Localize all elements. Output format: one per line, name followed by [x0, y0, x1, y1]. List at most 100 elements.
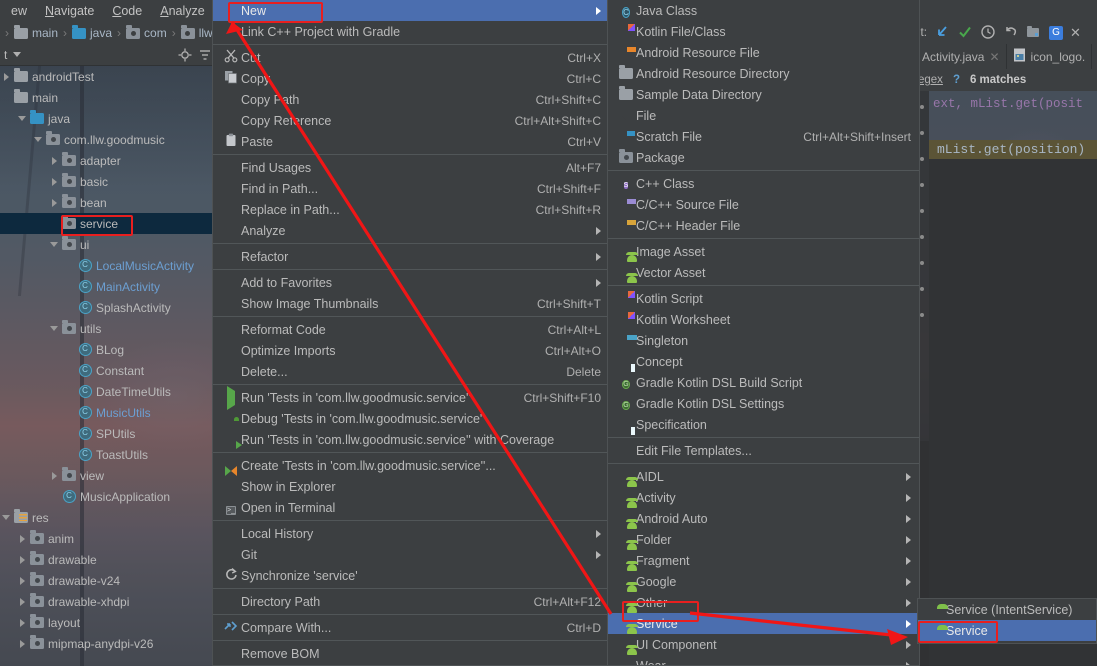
tree-node[interactable]: res [0, 507, 215, 528]
tree-node[interactable]: C MusicApplication [0, 486, 215, 507]
context-menu[interactable]: New Link C++ Project with Gradle Cut Ctrl+X… [212, 0, 610, 666]
tree-node[interactable]: C LocalMusicActivity [0, 255, 215, 276]
tree-node[interactable]: drawable-xhdpi [0, 591, 215, 612]
menu-item-git[interactable]: Git [213, 544, 609, 565]
menu-item-android-resource-file[interactable]: Android Resource File [608, 42, 919, 63]
editor-tab[interactable]: icon_logo. [1007, 44, 1093, 69]
service-submenu[interactable]: Service (IntentService) Service [917, 598, 1097, 644]
menu-item-gradle-kotlin-dsl-settings[interactable]: G Gradle Kotlin DSL Settings [608, 393, 919, 414]
menu-item-open-in-terminal[interactable]: >_ Open in Terminal [213, 497, 609, 518]
menu-item-kotlin-script[interactable]: Kotlin Script [608, 288, 919, 309]
menubar-item-navigate[interactable]: Navigate [36, 2, 103, 21]
menu-item-copy-path[interactable]: Copy Path Ctrl+Shift+C [213, 89, 609, 110]
tree-node[interactable]: C SplashActivity [0, 297, 215, 318]
tree-node[interactable]: androidTest [0, 66, 215, 87]
editor-tabs[interactable]: Activity.java ✕ icon_logo. [916, 44, 1097, 69]
tree-node[interactable]: ui [0, 234, 215, 255]
menu-item-copy[interactable]: Copy Ctrl+C [213, 68, 609, 89]
menu-item-paste[interactable]: Paste Ctrl+V [213, 131, 609, 152]
menu-item-java-class[interactable]: C Java Class [608, 0, 919, 21]
menu-item-google[interactable]: Google [608, 571, 919, 592]
tree-node[interactable]: com.llw.goodmusic [0, 129, 215, 150]
menu-item-kotlin-worksheet[interactable]: Kotlin Worksheet [608, 309, 919, 330]
menu-item-ui-component[interactable]: UI Component [608, 634, 919, 655]
chevron-right-icon[interactable] [16, 633, 28, 654]
tree-node-selected[interactable]: service [0, 213, 215, 234]
menu-item-android-resource-directory[interactable]: Android Resource Directory [608, 63, 919, 84]
chevron-right-icon[interactable] [48, 465, 60, 486]
check-icon[interactable] [957, 24, 973, 43]
menu-item-concept[interactable]: Concept [608, 351, 919, 372]
menu-item-gradle-kotlin-dsl-build-script[interactable]: G Gradle Kotlin DSL Build Script [608, 372, 919, 393]
menubar-item-code[interactable]: Code [103, 2, 151, 21]
tree-node[interactable]: C BLog [0, 339, 215, 360]
tree-node[interactable]: C Constant [0, 360, 215, 381]
menu-item-folder[interactable]: Folder [608, 529, 919, 550]
chevron-down-icon[interactable] [7, 46, 27, 64]
undo-icon[interactable] [1003, 24, 1019, 43]
menu-item-delete[interactable]: Delete... Delete [213, 361, 609, 382]
menu-item-c-c-source-file[interactable]: C/C++ Source File [608, 194, 919, 215]
menu-item-show-image-thumbnails[interactable]: Show Image Thumbnails Ctrl+Shift+T [213, 293, 609, 314]
tree-node[interactable]: C DateTimeUtils [0, 381, 215, 402]
menu-item-refactor[interactable]: Refactor [213, 246, 609, 267]
chevron-right-icon[interactable] [0, 66, 12, 87]
menu-item-show-in-explorer[interactable]: Show in Explorer [213, 476, 609, 497]
close-icon[interactable]: ✕ [989, 50, 999, 64]
menu-item-kotlin-file-class[interactable]: Kotlin File/Class [608, 21, 919, 42]
tree-node[interactable]: C MainActivity [0, 276, 215, 297]
chevron-right-icon[interactable] [48, 150, 60, 171]
project-tree[interactable]: androidTest main java com.llw.goodmusic adap… [0, 66, 215, 666]
menubar-item-analyze[interactable]: Analyze [151, 2, 213, 21]
menu-item-package[interactable]: Package [608, 147, 919, 168]
tree-node[interactable]: bean [0, 192, 215, 213]
menu-item-fragment[interactable]: Fragment [608, 550, 919, 571]
chevron-right-icon[interactable] [48, 171, 60, 192]
folder-multi-icon[interactable] [1026, 25, 1042, 42]
chevron-right-icon[interactable] [16, 591, 28, 612]
menu-item-image-asset[interactable]: Image Asset [608, 241, 919, 262]
breadcrumb-item-main[interactable]: main [12, 24, 60, 40]
new-submenu[interactable]: C Java Class Kotlin File/Class Android Reso… [607, 0, 920, 666]
tree-node[interactable]: anim [0, 528, 215, 549]
clock-icon[interactable] [980, 24, 996, 43]
help-icon[interactable]: ? [953, 74, 960, 86]
tree-node[interactable]: view [0, 465, 215, 486]
tree-node[interactable]: drawable-v24 [0, 570, 215, 591]
chevron-down-icon[interactable] [48, 234, 60, 255]
service-menu-item-service[interactable]: Service [918, 620, 1096, 641]
menu-item-replace-in-path[interactable]: Replace in Path... Ctrl+Shift+R [213, 199, 609, 220]
menu-item-c-class[interactable]: S C++ Class [608, 173, 919, 194]
menu-item-local-history[interactable]: Local History [213, 523, 609, 544]
locate-icon[interactable] [175, 46, 195, 64]
tree-node[interactable]: main [0, 87, 215, 108]
tree-node[interactable]: C MusicUtils [0, 402, 215, 423]
menu-item-activity[interactable]: Activity [608, 487, 919, 508]
menu-item-run-tests-in-com-llw-goodmusic-service-w[interactable]: Run 'Tests in 'com.llw.goodmusic.service… [213, 429, 609, 450]
menu-item-copy-reference[interactable]: Copy Reference Ctrl+Alt+Shift+C [213, 110, 609, 131]
tree-node[interactable]: mipmap-anydpi-v26 [0, 633, 215, 654]
menu-item-scratch-file[interactable]: Scratch File Ctrl+Alt+Shift+Insert [608, 126, 919, 147]
close-icon[interactable]: ✕ [1070, 25, 1081, 41]
menu-item-vector-asset[interactable]: Vector Asset [608, 262, 919, 283]
menu-item-file[interactable]: File [608, 105, 919, 126]
tree-node[interactable]: layout [0, 612, 215, 633]
menu-item-directory-path[interactable]: Directory Path Ctrl+Alt+F12 [213, 591, 609, 612]
menu-item-c-c-header-file[interactable]: C/C++ Header File [608, 215, 919, 236]
chevron-right-icon[interactable] [16, 549, 28, 570]
breadcrumb-item-llw[interactable]: llw [179, 24, 215, 40]
menu-item-reformat-code[interactable]: Reformat Code Ctrl+Alt+L [213, 319, 609, 340]
menu-item-new[interactable]: New [213, 0, 609, 21]
menu-item-create-tests-in-com-llw-goodmusic-servic[interactable]: Create 'Tests in 'com.llw.goodmusic.serv… [213, 455, 609, 476]
menu-item-link-c-project-with-gradle[interactable]: Link C++ Project with Gradle [213, 21, 609, 42]
menu-item-sample-data-directory[interactable]: Sample Data Directory [608, 84, 919, 105]
menu-item-aidl[interactable]: AIDL [608, 466, 919, 487]
menu-item-specification[interactable]: Specification [608, 414, 919, 435]
menu-item-compare-with[interactable]: Compare With... Ctrl+D [213, 617, 609, 638]
menu-item-singleton[interactable]: Singleton [608, 330, 919, 351]
menu-item-android-auto[interactable]: Android Auto [608, 508, 919, 529]
tree-node[interactable]: basic [0, 171, 215, 192]
menu-item-debug-tests-in-com-llw-goodmusic-service[interactable]: Debug 'Tests in 'com.llw.goodmusic.servi… [213, 408, 609, 429]
service-menu-item-service-intentservice[interactable]: Service (IntentService) [918, 599, 1096, 620]
breadcrumb-item-java[interactable]: java [70, 24, 114, 40]
